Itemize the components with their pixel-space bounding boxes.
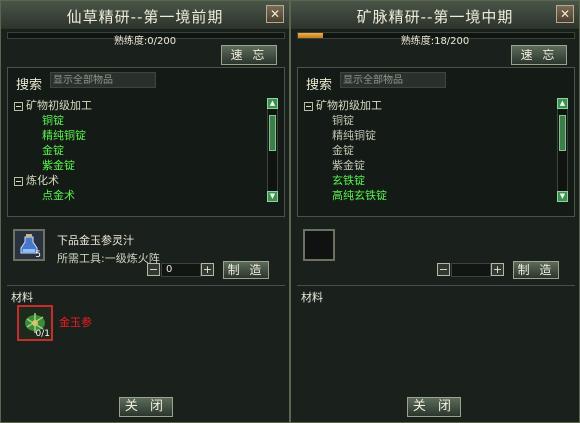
required-tool: 所需工具:一级炼火阵	[57, 252, 160, 265]
tree-item[interactable]: 铜锭	[14, 113, 254, 128]
scroll-down-icon[interactable]: ▼	[557, 191, 568, 202]
close-button[interactable]: 关 闭	[407, 397, 461, 417]
plus-icon[interactable]: +	[491, 263, 504, 276]
product-count: 5	[35, 250, 41, 260]
recipe-tree: 矿物初级加工 铜锭 精纯铜锭 金锭 紫金锭 炼化术 点金术	[14, 98, 254, 203]
tree-category[interactable]: 矿物初级加工	[304, 98, 544, 113]
search-label: 搜索	[16, 78, 43, 93]
recipe-scrollbar[interactable]: ▲ ▼	[557, 98, 568, 202]
material-slot[interactable]: 0/1	[17, 305, 53, 341]
materials-area: 材料 0/1 金玉参	[7, 285, 285, 392]
tree-category[interactable]: 炼化术	[14, 173, 254, 188]
recipe-scrollbar[interactable]: ▲ ▼	[267, 98, 278, 202]
product-name: 下品金玉参灵汁	[57, 234, 134, 247]
craft-button[interactable]: 制 造	[223, 261, 269, 279]
materials-area: 材料	[297, 285, 575, 392]
recipe-list-box: 搜索 显示全部物品 矿物初级加工 铜锭 精纯铜锭 金锭 紫金锭 炼化术 点金术 ▲ ▼	[7, 67, 285, 217]
close-icon[interactable]: ✕	[266, 5, 284, 23]
tree-category-label: 炼化术	[26, 174, 59, 187]
materials-label: 材料	[301, 291, 323, 304]
minus-icon[interactable]: −	[437, 263, 450, 276]
material-name: 金玉参	[59, 316, 92, 329]
tree-item[interactable]: 金锭	[14, 143, 254, 158]
tree-item[interactable]: 铜锭	[304, 113, 544, 128]
product-area: − + 制 造	[297, 223, 575, 281]
plus-icon[interactable]: +	[201, 263, 214, 276]
search-label: 搜索	[306, 78, 333, 93]
scroll-down-icon[interactable]: ▼	[267, 191, 278, 202]
product-area: 5 下品金玉参灵汁 所需工具:一级炼火阵 − 0 + 制 造	[7, 223, 285, 281]
recipe-list-box: 搜索 显示全部物品 矿物初级加工 铜锭 精纯铜锭 金锭 紫金锭 玄铁锭 高纯玄铁锭 ▲ ▼	[297, 67, 575, 217]
recipe-tree: 矿物初级加工 铜锭 精纯铜锭 金锭 紫金锭 玄铁锭 高纯玄铁锭	[304, 98, 544, 203]
forget-button[interactable]: 速 忘	[221, 45, 277, 65]
product-slot[interactable]: 5	[13, 229, 45, 261]
collapse-icon[interactable]	[304, 101, 313, 111]
tree-category-label: 矿物初级加工	[26, 99, 92, 112]
tree-item[interactable]: 玄铁锭	[304, 173, 544, 188]
minus-icon[interactable]: −	[147, 263, 160, 276]
scroll-up-icon[interactable]: ▲	[557, 98, 568, 109]
crafting-panel-ore: 矿脉精研--第一境中期 ✕ 熟练度:18/200 速 忘 搜索 显示全部物品 矿…	[290, 0, 580, 423]
close-icon[interactable]: ✕	[556, 5, 574, 23]
quantity-input[interactable]	[451, 263, 491, 277]
tree-item[interactable]: 紫金锭	[304, 158, 544, 173]
tree-category[interactable]: 矿物初级加工	[14, 98, 254, 113]
tree-category-label: 矿物初级加工	[316, 99, 382, 112]
titlebar[interactable]: 矿脉精研--第一境中期 ✕	[291, 1, 579, 30]
panel-title: 矿脉精研--第一境中期	[356, 8, 514, 26]
tree-item[interactable]: 金锭	[304, 143, 544, 158]
tree-item[interactable]: 精纯铜锭	[304, 128, 544, 143]
titlebar[interactable]: 仙草精研--第一境前期 ✕	[1, 1, 289, 30]
scroll-thumb[interactable]	[269, 115, 276, 151]
collapse-icon[interactable]	[14, 176, 23, 186]
tree-item[interactable]: 紫金锭	[14, 158, 254, 173]
scroll-up-icon[interactable]: ▲	[267, 98, 278, 109]
tree-item[interactable]: 点金术	[14, 188, 254, 203]
search-input[interactable]: 显示全部物品	[340, 72, 446, 88]
search-input[interactable]: 显示全部物品	[50, 72, 156, 88]
scroll-thumb[interactable]	[559, 115, 566, 151]
forget-button[interactable]: 速 忘	[511, 45, 567, 65]
tree-item[interactable]: 高纯玄铁锭	[304, 188, 544, 203]
product-slot[interactable]	[303, 229, 335, 261]
quantity-input[interactable]: 0	[161, 263, 201, 277]
collapse-icon[interactable]	[14, 101, 23, 111]
tree-item[interactable]: 精纯铜锭	[14, 128, 254, 143]
close-button[interactable]: 关 闭	[119, 397, 173, 417]
craft-button[interactable]: 制 造	[513, 261, 559, 279]
panel-title: 仙草精研--第一境前期	[66, 8, 224, 26]
crafting-panel-herb: 仙草精研--第一境前期 ✕ 熟练度:0/200 速 忘 搜索 显示全部物品 矿物…	[0, 0, 290, 423]
material-count: 0/1	[35, 329, 50, 339]
materials-label: 材料	[11, 291, 33, 304]
